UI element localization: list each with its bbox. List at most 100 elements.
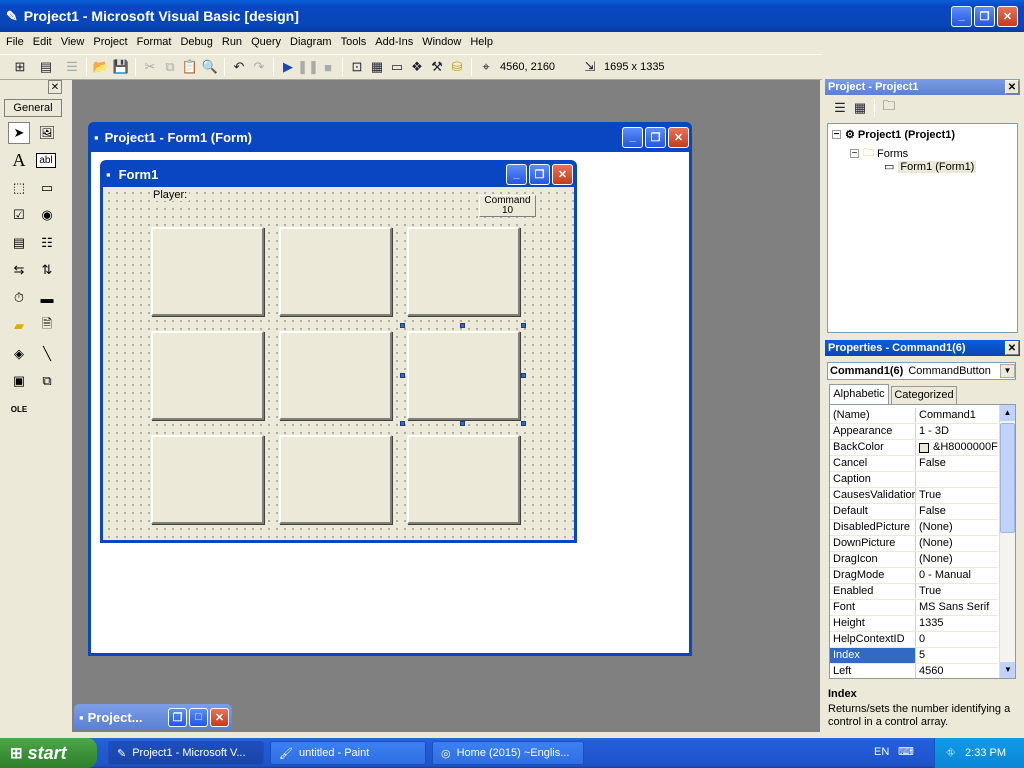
task-chrome[interactable]: ◎ Home (2015) ~Englis... — [432, 741, 584, 765]
menu-file[interactable]: File — [6, 36, 24, 48]
undo-icon[interactable]: ↶ — [229, 57, 249, 77]
properties-window-icon[interactable]: ▦ — [367, 57, 387, 77]
add-project-icon[interactable]: ⊞ — [10, 57, 30, 77]
property-row[interactable]: BackColor &H8000000F — [830, 440, 998, 456]
minimized-close-button[interactable]: ✕ — [210, 707, 229, 727]
drivelistbox-icon[interactable]: ▬ — [36, 287, 58, 309]
minimized-window[interactable]: ▪ Project... ❐ □ ✕ — [74, 704, 232, 730]
label-icon[interactable]: A — [8, 149, 30, 171]
property-row[interactable]: DisabledPicture (None) — [830, 520, 998, 536]
timer-icon[interactable]: ⏱ — [8, 287, 30, 309]
property-row[interactable]: CausesValidation True — [830, 488, 998, 504]
tab-alphabetic[interactable]: Alphabetic — [829, 384, 889, 404]
menu-format[interactable]: Format — [137, 36, 172, 48]
open-folder-icon[interactable]: 📂 — [91, 57, 111, 77]
resize-handle-w[interactable] — [400, 373, 405, 378]
form1-minimize-button[interactable]: _ — [506, 163, 527, 185]
project-explorer-icon[interactable]: ⊡ — [347, 57, 367, 77]
toolbox-icon[interactable]: ⚒ — [427, 57, 447, 77]
start-button[interactable]: ⊞ start — [0, 738, 97, 768]
menu-debug[interactable]: Debug — [180, 36, 212, 48]
grid-button-4[interactable] — [151, 331, 264, 420]
resize-handle-sw[interactable] — [400, 421, 405, 426]
property-row[interactable]: DownPicture (None) — [830, 536, 998, 552]
form-layout-icon[interactable]: ▭ — [387, 57, 407, 77]
pause-icon[interactable]: ❚❚ — [297, 57, 319, 77]
property-row-selected[interactable]: Index 5 — [830, 648, 998, 664]
menu-edit[interactable]: Edit — [33, 36, 52, 48]
close-button[interactable]: ✕ — [997, 5, 1018, 27]
task-vb[interactable]: ✎ Project1 - Microsoft V... — [108, 741, 264, 765]
view-code-icon[interactable]: ☰ — [830, 98, 850, 118]
textbox-icon[interactable]: abl — [36, 153, 56, 168]
listbox-icon[interactable]: ☷ — [36, 232, 58, 254]
grid-button-8[interactable] — [279, 435, 392, 524]
property-row[interactable]: DragMode 0 - Manual — [830, 568, 998, 584]
tree-form1-item[interactable]: ▭ Form1 (Form1) — [884, 160, 977, 173]
cut-icon[interactable]: ✂ — [140, 57, 160, 77]
hscrollbar-icon[interactable]: ⇆ — [8, 259, 30, 281]
resize-handle-nw[interactable] — [400, 323, 405, 328]
menu-query[interactable]: Query — [251, 36, 281, 48]
property-row[interactable]: (Name) Command1 — [830, 408, 998, 424]
properties-pane-title-bar[interactable]: Properties - Command1(6) ✕ — [825, 340, 1020, 356]
toolbox-tab-general[interactable]: General — [4, 99, 62, 117]
grid-button-3[interactable] — [407, 227, 520, 316]
add-form-icon[interactable]: ▤ — [36, 57, 56, 77]
collapse-icon[interactable]: − — [832, 130, 841, 140]
dirlistbox-icon[interactable]: ▰ — [8, 315, 30, 337]
network-icon[interactable]: ⛗ — [946, 747, 955, 760]
image-icon[interactable]: ▣ — [8, 370, 30, 392]
commandbutton-icon[interactable]: ▭ — [36, 177, 58, 199]
picturebox-icon[interactable]: 🖼 — [36, 122, 58, 144]
resize-handle-ne[interactable] — [521, 323, 526, 328]
dropdown-arrow-icon[interactable]: ▼ — [1000, 364, 1015, 378]
data-view-icon[interactable]: ⛁ — [447, 57, 467, 77]
combobox-icon[interactable]: ▤ — [8, 232, 30, 254]
menu-editor-icon[interactable]: ☰ — [62, 57, 82, 77]
minimized-maximize-button[interactable]: □ — [189, 707, 208, 727]
run-icon[interactable]: ▶ — [278, 57, 298, 77]
optionbutton-icon[interactable]: ◉ — [36, 204, 58, 226]
filelistbox-icon[interactable]: 🗎 — [36, 315, 58, 337]
property-row[interactable]: Height 1335 — [830, 616, 998, 632]
scroll-up-icon[interactable]: ▲ — [1000, 405, 1015, 421]
menu-run[interactable]: Run — [222, 36, 242, 48]
copy-icon[interactable]: ⧉ — [160, 57, 180, 77]
property-row[interactable]: Left 4560 — [830, 664, 998, 678]
checkbox-icon[interactable]: ☑ — [8, 204, 30, 226]
property-row[interactable]: Default False — [830, 504, 998, 520]
tab-categorized[interactable]: Categorized — [891, 386, 957, 404]
resize-handle-se[interactable] — [521, 421, 526, 426]
object-selector[interactable]: Command1(6) CommandButton ▼ — [827, 362, 1016, 380]
designer-close-button[interactable]: ✕ — [668, 126, 689, 148]
grid-button-5[interactable] — [279, 331, 392, 420]
object-browser-icon[interactable]: ❖ — [407, 57, 427, 77]
form-designer-title-bar[interactable]: ▪ Project1 - Form1 (Form) _ ❐ ✕ — [88, 122, 692, 152]
resize-handle-s[interactable] — [460, 421, 465, 426]
tree-root[interactable]: − ⚙ Project1 (Project1) — [832, 128, 955, 141]
resize-handle-n[interactable] — [460, 323, 465, 328]
property-scrollbar[interactable]: ▲ ▼ — [999, 405, 1015, 678]
toggle-folders-icon[interactable]: 🗀 — [879, 98, 899, 118]
clock[interactable]: 2:33 PM — [965, 747, 1006, 759]
command10-button[interactable]: Command 10 — [479, 195, 536, 217]
project-pane-close-icon[interactable]: ✕ — [1005, 80, 1019, 94]
property-row[interactable]: Cancel False — [830, 456, 998, 472]
redo-icon[interactable]: ↷ — [249, 57, 269, 77]
grid-button-6-selected[interactable] — [407, 331, 520, 420]
language-indicator[interactable]: EN — [874, 746, 889, 758]
resize-handle-e[interactable] — [521, 373, 526, 378]
menu-project[interactable]: Project — [93, 36, 127, 48]
save-icon[interactable]: 💾 — [111, 57, 131, 77]
line-icon[interactable]: ╲ — [36, 343, 58, 365]
property-row[interactable]: Caption — [830, 472, 998, 488]
property-row[interactable]: DragIcon (None) — [830, 552, 998, 568]
minimized-restore-button[interactable]: ❐ — [168, 707, 187, 727]
menu-addins[interactable]: Add-Ins — [375, 36, 413, 48]
project-pane-title-bar[interactable]: Project - Project1 ✕ — [825, 79, 1020, 95]
grid-button-1[interactable] — [151, 227, 264, 316]
menu-window[interactable]: Window — [422, 36, 461, 48]
property-row[interactable]: Enabled True — [830, 584, 998, 600]
scroll-thumb[interactable] — [1000, 423, 1015, 533]
